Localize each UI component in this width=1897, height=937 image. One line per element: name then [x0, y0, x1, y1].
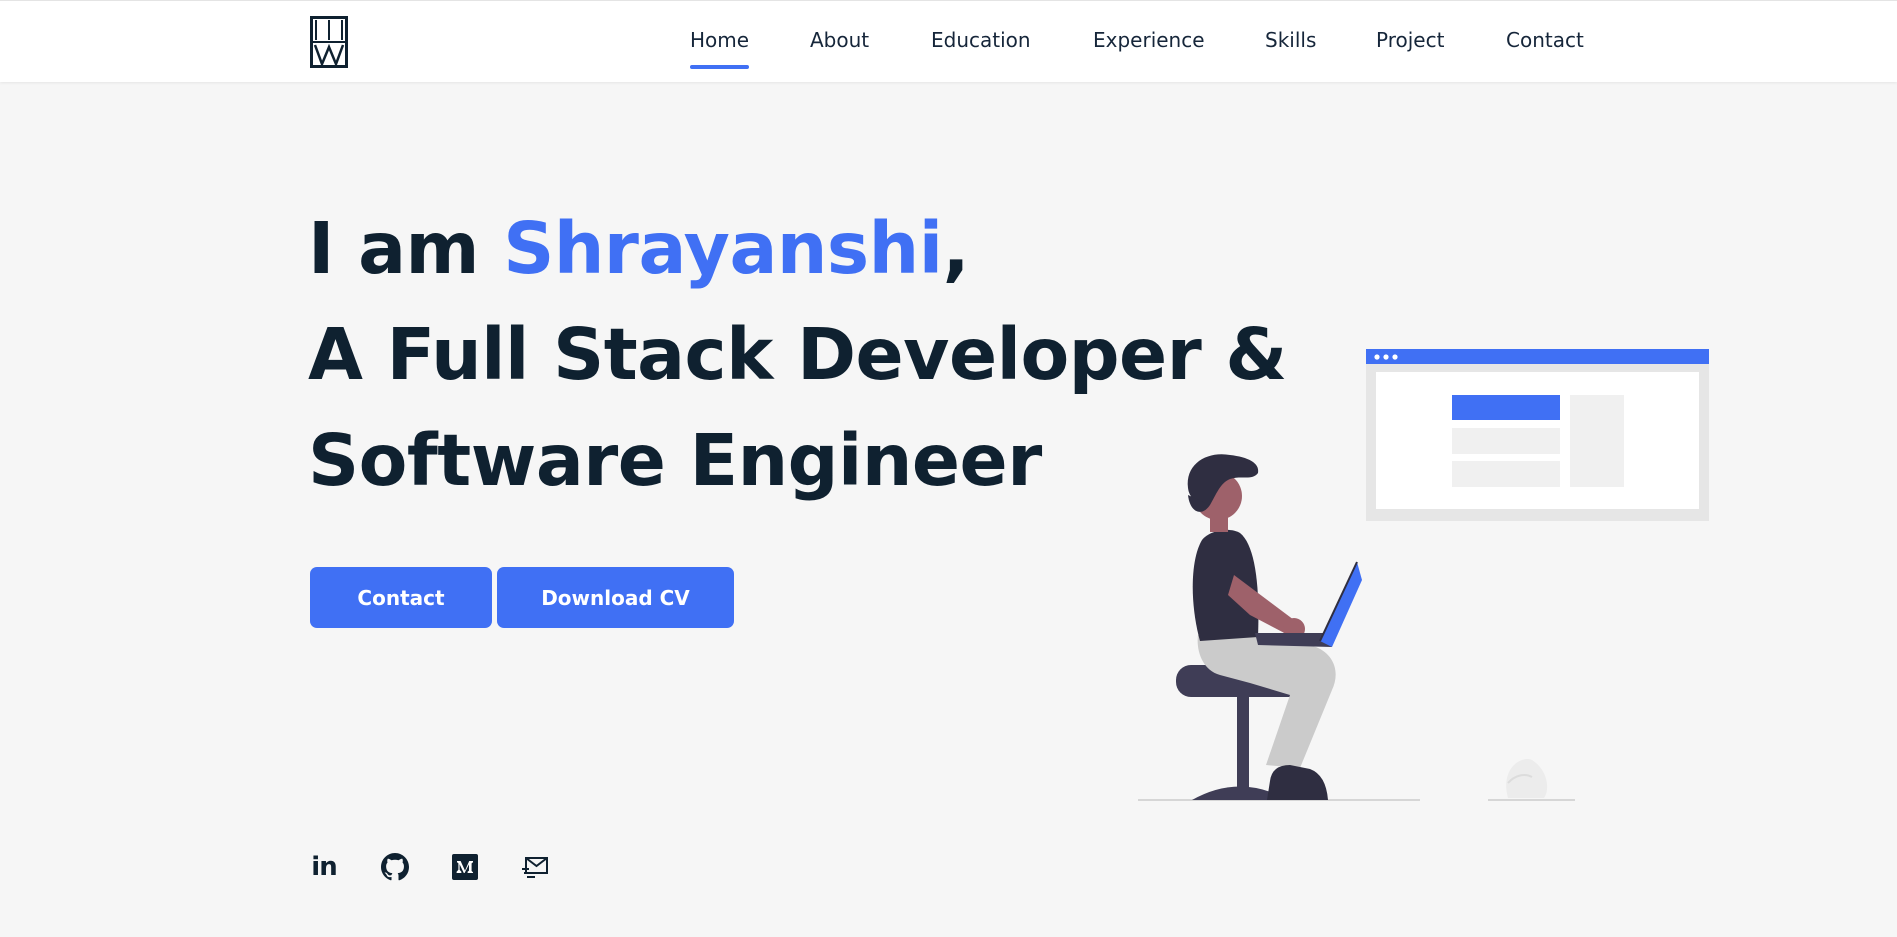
nav-home[interactable]: Home [690, 28, 750, 69]
mail-icon[interactable] [520, 852, 550, 882]
contact-button[interactable]: Contact [310, 567, 492, 628]
nav-experience[interactable]: Experience [1093, 28, 1205, 52]
developer-illustration [1138, 349, 1709, 801]
nav-education[interactable]: Education [931, 28, 1031, 52]
person-illustration [1187, 454, 1362, 800]
github-icon[interactable] [380, 852, 410, 882]
browser-window-illustration [1366, 349, 1709, 521]
medium-icon[interactable] [450, 852, 480, 882]
site-header: Home About Education Experience Skills P… [0, 0, 1897, 82]
nav-about[interactable]: About [810, 28, 869, 52]
hero-name: Shrayanshi [503, 207, 943, 290]
hero-greeting-suffix: , [942, 207, 970, 290]
linkedin-icon[interactable]: in [309, 852, 339, 882]
hero-heading-line3: Software Engineer [308, 419, 1042, 502]
nav-project[interactable]: Project [1376, 28, 1444, 52]
nav-skills[interactable]: Skills [1265, 28, 1316, 52]
hero-heading-line1: I am Shrayanshi, [308, 207, 970, 290]
download-cv-button[interactable]: Download CV [497, 567, 734, 628]
hero-greeting-prefix: I am [308, 207, 504, 290]
linkedin-label: in [311, 852, 337, 882]
logo-icon[interactable] [310, 16, 348, 68]
nav-contact[interactable]: Contact [1506, 28, 1584, 52]
